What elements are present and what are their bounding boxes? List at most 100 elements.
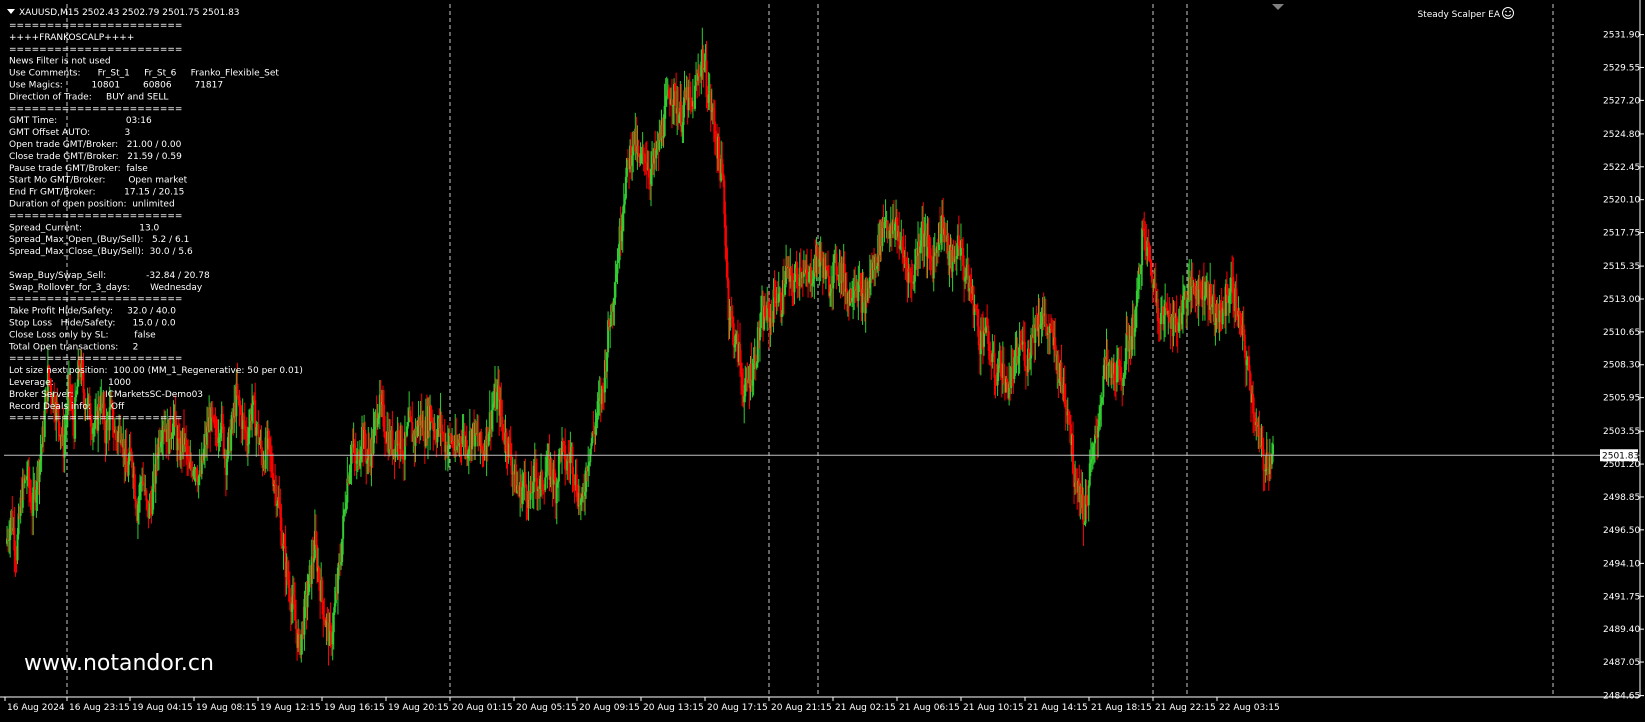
candle-bull (332, 612, 335, 633)
info-line: Open trade GMT/Broker: 21.00 / 0.00 (9, 140, 182, 150)
time-tick-label: 19 Aug 12:15 (260, 703, 321, 713)
info-line: ++++FRANKOSCALP++++ (9, 33, 134, 43)
candle-bear (58, 422, 61, 437)
candle-bull (407, 422, 410, 427)
candle-bear (726, 261, 729, 281)
price-tick-label: 2531.90 (1603, 31, 1640, 41)
info-line: Lot size next position: 100.00 (MM_1_Reg… (9, 366, 303, 376)
candle-bear (637, 145, 640, 154)
info-line: Swap_Rollover_for_3_days: Wednesday (9, 283, 203, 293)
price-tick-label: 2508.30 (1603, 361, 1640, 371)
candle-bear (397, 430, 400, 444)
candle-bear (1006, 378, 1009, 383)
ea-name-label: Steady Scalper EA (1417, 10, 1500, 20)
info-line: ======================= (9, 414, 182, 424)
time-tick-label: 19 Aug 20:15 (388, 703, 449, 713)
time-tick-label: 20 Aug 17:15 (707, 703, 768, 713)
price-tick-label: 2510.65 (1603, 328, 1640, 338)
price-tick-label: 2513.00 (1603, 295, 1640, 305)
candle-bear (321, 580, 324, 601)
info-line: Take Profit Hide/Safety: 32.0 / 40.0 (8, 307, 176, 317)
time-tick-label: 21 Aug 10:15 (963, 703, 1024, 713)
candle-bear (146, 500, 149, 508)
candle-bear (977, 326, 980, 346)
current-price-label: 2501.83 (1602, 451, 1639, 461)
price-tick-label: 2527.20 (1603, 96, 1640, 106)
time-tick-label: 21 Aug 14:15 (1027, 703, 1088, 713)
candle-bull (306, 595, 309, 608)
info-line: Use Magics: 10801 60806 71817 (9, 81, 223, 91)
symbol-header: XAUUSD,M15 2502.43 2502.79 2501.75 2501.… (19, 8, 240, 18)
info-line: Pause trade GMT/Broker: false (9, 164, 148, 174)
price-tick-label: 2498.85 (1603, 493, 1640, 503)
time-tick-label: 16 Aug 2024 (7, 703, 65, 713)
price-tick-label: 2496.50 (1603, 526, 1640, 536)
info-line: ======================= (9, 295, 182, 305)
candle-bull (932, 256, 935, 279)
candle-bull (609, 326, 612, 328)
time-tick-label: 20 Aug 05:15 (516, 703, 577, 713)
info-line: Spread_Max_Open_(Buy/Sell): 5.2 / 6.1 (9, 235, 189, 245)
price-tick-label: 2503.55 (1603, 427, 1640, 437)
info-line: Direction of Trade: BUY and SELL (9, 92, 168, 102)
candle-bear (524, 471, 527, 486)
info-line: Stop Loss Hide/Safety: 15.0 / 0.0 (9, 319, 176, 329)
watermark-text: www.notandor.cn (24, 651, 214, 676)
time-tick-label: 19 Aug 08:15 (196, 703, 257, 713)
time-tick-label: 21 Aug 06:15 (899, 703, 960, 713)
info-line: ======================= (9, 104, 182, 114)
info-line: Spread_Current: 13.0 (9, 223, 160, 233)
candle-bear (1082, 494, 1085, 525)
price-chart[interactable]: 2531.90 2529.55 2527.20 2524.80 2522.45 2520.… (0, 0, 1645, 722)
time-tick-label: 20 Aug 09:15 (579, 703, 640, 713)
info-line: End Fr GMT/Broker: 17.15 / 20.15 (9, 188, 184, 198)
price-tick-label: 2522.45 (1603, 163, 1640, 173)
candle-bear (796, 274, 799, 284)
price-tick-label: 2517.75 (1603, 229, 1640, 239)
info-line: Record Deals info: Off (9, 402, 125, 412)
candle-bear (145, 490, 148, 501)
price-tick-label: 2520.10 (1603, 196, 1640, 206)
time-tick-label: 19 Aug 16:15 (324, 703, 385, 713)
time-tick-label: 22 Aug 03:15 (1219, 703, 1280, 713)
time-tick-label: 16 Aug 23:15 (69, 703, 130, 713)
info-line: Total Open transactions: 2 (8, 342, 138, 352)
price-tick-label: 2524.80 (1603, 130, 1640, 140)
axes-group: 2531.90 2529.55 2527.20 2524.80 2522.45 2520.… (0, 0, 1644, 713)
info-line: ======================= (9, 211, 182, 221)
candle-bear (400, 425, 403, 455)
candle-bear (133, 474, 136, 500)
info-line: Close trade GMT/Broker: 21.59 / 0.59 (9, 152, 182, 162)
info-line: Use Comments: Fr_St_1 Fr_St_6 Franko_Fle… (9, 69, 279, 79)
info-line: Spread_Max_Close_(Buy/Sell): 30.0 / 5.6 (9, 247, 193, 257)
time-tick-label: 20 Aug 01:15 (452, 703, 513, 713)
time-tick-label: 20 Aug 21:15 (771, 703, 832, 713)
dropdown-triangle-icon[interactable] (7, 9, 15, 14)
candles-group (6, 27, 1274, 666)
price-tick-label: 2491.75 (1603, 592, 1640, 602)
price-tick-label: 2487.05 (1603, 658, 1640, 668)
info-line: News Filter is not used (9, 57, 111, 67)
price-tick-label: 2515.35 (1603, 262, 1640, 272)
candle-bear (993, 352, 996, 378)
info-line: Close Loss only by SL: false (9, 330, 156, 340)
info-line: ======================= (9, 354, 182, 364)
chart-window[interactable]: 2531.90 2529.55 2527.20 2524.80 2522.45 2520.… (0, 0, 1645, 722)
info-line: GMT Time: 03:16 (9, 116, 152, 126)
candle-bull (1159, 312, 1162, 325)
smiley-icon (1502, 7, 1514, 19)
candle-bear (572, 474, 575, 481)
time-tick-label: 21 Aug 18:15 (1091, 703, 1152, 713)
info-line: ======================= (9, 45, 182, 55)
candle-bull (793, 280, 796, 293)
time-tick-label: 21 Aug 22:15 (1155, 703, 1216, 713)
ea-info-panel: ======================= ++++FRANKOSCALP++… (8, 21, 303, 424)
candle-bull (614, 281, 617, 298)
info-line: GMT Offset AUTO: 3 (9, 128, 130, 138)
candle-bear (295, 620, 298, 629)
price-tick-label: 2505.95 (1603, 394, 1640, 404)
chart-shift-marker-icon[interactable] (1272, 4, 1284, 10)
candle-bull (1272, 444, 1274, 455)
candle-bull (1125, 333, 1128, 365)
candle-bear (1044, 313, 1047, 325)
